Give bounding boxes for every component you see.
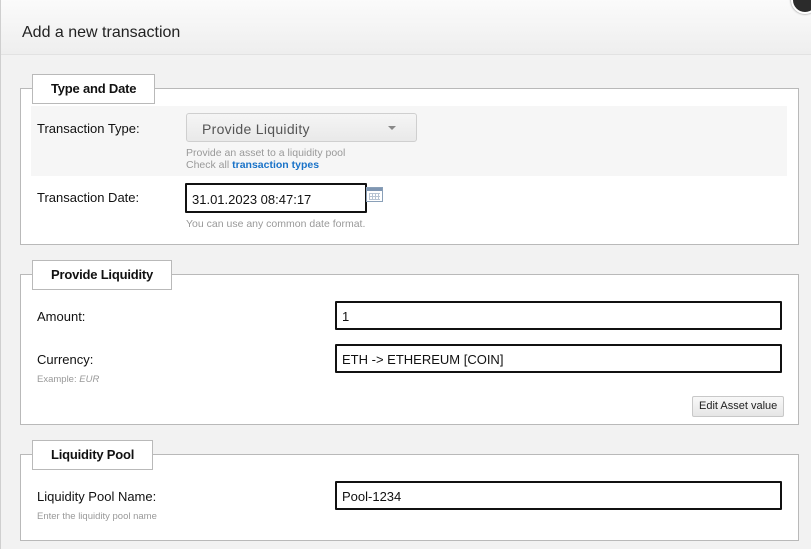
currency-input[interactable]: ETH -> ETHEREUM [COIN]	[335, 344, 782, 373]
liquidity-pool-name-label: Liquidity Pool Name:	[37, 489, 157, 504]
currency-hint-prefix: Example:	[37, 374, 80, 385]
transaction-type-selected-value: Provide Liquidity	[202, 121, 310, 137]
liquidity-pool-name-input[interactable]: Pool-1234	[335, 481, 782, 510]
transaction-type-hint-prefix: Check all	[186, 159, 233, 171]
edit-asset-value-button[interactable]: Edit Asset value	[692, 396, 785, 417]
transaction-type-hint-line: Provide an asset to a liquidity pool	[186, 147, 346, 159]
transaction-type-hint-link-line: Check all transaction types	[186, 159, 345, 171]
currency-label: Currency:	[37, 352, 94, 367]
transaction-types-link[interactable]: transaction types	[232, 159, 319, 171]
section-legend-provide-liquidity: Provide Liquidity	[32, 260, 173, 290]
add-transaction-dialog: Add a new transaction Type and Date Tran…	[0, 0, 811, 549]
dialog-header: Add a new transaction	[1, 0, 811, 55]
transaction-type-label: Transaction Type:	[37, 121, 140, 136]
liquidity-pool-name-hint: Enter the liquidity pool name	[37, 511, 157, 522]
section-legend-liquidity-pool: Liquidity Pool	[32, 440, 154, 470]
chevron-down-icon	[388, 126, 396, 130]
transaction-date-hint: You can use any common date format.	[186, 218, 366, 230]
transaction-type-select[interactable]: Provide Liquidity	[186, 113, 417, 142]
currency-hint: Example: EUR	[37, 374, 99, 386]
transaction-date-input[interactable]: 31.01.2023 08:47:17	[185, 183, 367, 213]
transaction-date-label: Transaction Date:	[37, 190, 140, 205]
dialog-title: Add a new transaction	[22, 24, 181, 41]
amount-input[interactable]: 1	[335, 301, 782, 330]
section-legend-type-and-date: Type and Date	[32, 74, 156, 104]
currency-hint-example: EUR	[79, 374, 100, 385]
calendar-icon[interactable]	[366, 187, 383, 202]
transaction-type-hint: Provide an asset to a liquidity pool Che…	[186, 147, 345, 171]
amount-label: Amount:	[37, 309, 86, 324]
